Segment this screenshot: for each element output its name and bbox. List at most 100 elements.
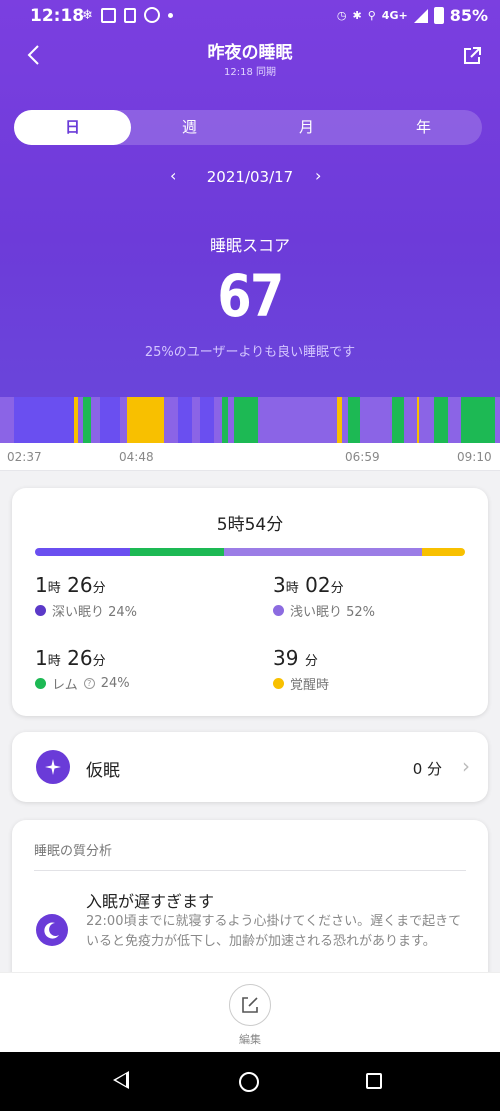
timeline-segment-rem xyxy=(348,397,360,443)
stat-light: 3時 02分 浅い眠り 52% xyxy=(273,573,375,620)
axis-label: 09:10 xyxy=(457,450,492,464)
next-date-button[interactable]: › xyxy=(315,166,321,185)
awake-minutes: 39 xyxy=(273,646,299,670)
edit-icon xyxy=(242,997,258,1013)
nav-back-icon[interactable] xyxy=(113,1071,129,1089)
alarm-icon: ◷ xyxy=(336,9,347,22)
light-minutes: 02 xyxy=(305,573,331,597)
system-icons: ◷ ✱ ⚲ 4G+ 85% xyxy=(337,6,488,25)
rem-label: レム xyxy=(52,678,78,693)
share-icon xyxy=(464,47,481,64)
analysis-body: 22:00頃までに就寝するよう心掛けてください。遅くまで起きていると免疫力が低下… xyxy=(86,914,462,949)
timeline-segment-deep xyxy=(100,397,120,443)
bottom-action-bar: 編集 xyxy=(0,972,500,1052)
battery-level: 85% xyxy=(449,6,488,25)
timeline-segment-rem xyxy=(83,397,91,443)
nap-label: 仮眠 xyxy=(86,761,120,781)
timeline-segment-awake xyxy=(337,397,342,443)
timeline-segment-rem xyxy=(392,397,404,443)
key-icon: ⚲ xyxy=(367,9,376,22)
timeline-segment-awake xyxy=(417,397,419,443)
battery-icon xyxy=(433,7,444,24)
tab-day[interactable]: 日 xyxy=(14,110,131,145)
tab-year[interactable]: 年 xyxy=(365,110,482,145)
help-icon[interactable]: ? xyxy=(83,678,95,689)
moon-glyph xyxy=(44,922,59,939)
deep-minutes: 26 xyxy=(67,573,93,597)
app-icon xyxy=(123,7,136,23)
chevron-right-icon: › xyxy=(462,754,470,778)
moon-icon xyxy=(36,914,68,946)
score-description: 25%のユーザーよりも良い睡眠です xyxy=(144,345,356,360)
bar-deep xyxy=(35,548,130,556)
deep-label: 深い眠り 24% xyxy=(52,605,138,620)
bluetooth-icon: ✱ xyxy=(352,9,362,22)
timeline-segment-rem xyxy=(222,397,228,443)
deep-hours: 1 xyxy=(35,573,48,597)
app-badge-icon xyxy=(143,7,160,23)
nap-card[interactable]: 仮眠 0 分 › xyxy=(12,732,488,802)
timeline-segment-rem xyxy=(461,397,495,443)
timeline-segment-awake xyxy=(127,397,164,443)
bar-rem xyxy=(129,548,225,556)
sleep-summary-card: 5時54分 1時 26分 深い眠り 24% 3時 02分 浅い眠り 52% 1時… xyxy=(12,488,488,716)
timeline-axis: 02:37 04:48 06:59 09:10 xyxy=(0,443,500,471)
rem-legend-dot xyxy=(35,678,46,689)
tab-week[interactable]: 週 xyxy=(131,110,248,145)
sleep-score: 67 xyxy=(217,262,284,330)
gallery-icon xyxy=(100,7,116,23)
awake-label: 覚醒時 xyxy=(290,678,330,693)
axis-label: 06:59 xyxy=(345,450,380,464)
light-legend-dot xyxy=(273,605,284,616)
minute-unit: 分 xyxy=(92,581,106,596)
notification-icons: ❄ xyxy=(82,7,173,23)
nav-home-icon[interactable] xyxy=(239,1072,259,1092)
date-navigator: ‹ 2021/03/17 › xyxy=(0,166,500,190)
stage-proportion-bar xyxy=(35,548,465,556)
sleep-stage-timeline[interactable] xyxy=(0,397,500,443)
system-nav-bar xyxy=(0,1052,500,1111)
stat-rem: 1時 26分 レム? 24% xyxy=(35,646,130,693)
timeline-segment-rem xyxy=(234,397,258,443)
share-button[interactable] xyxy=(462,46,482,66)
hour-unit: 時 xyxy=(47,581,61,596)
minute-unit: 分 xyxy=(304,654,318,669)
minute-unit: 分 xyxy=(330,581,344,596)
axis-label: 04:48 xyxy=(119,450,154,464)
hour-unit: 時 xyxy=(47,654,61,669)
minute-unit: 分 xyxy=(92,654,106,669)
bar-awake xyxy=(421,548,465,556)
light-hours: 3 xyxy=(273,573,286,597)
total-sleep-time: 5時54分 xyxy=(216,515,284,535)
divider xyxy=(34,870,466,871)
tab-month[interactable]: 月 xyxy=(248,110,365,145)
rem-minutes: 26 xyxy=(67,646,93,670)
stat-deep: 1時 26分 深い眠り 24% xyxy=(35,573,137,620)
status-time: 12:18 xyxy=(30,6,85,26)
timeline-segment-deep xyxy=(200,397,214,443)
score-label: 睡眠スコア xyxy=(209,236,290,255)
timeline-segment-deep xyxy=(14,397,74,443)
period-tabs: 日 週 月 年 xyxy=(14,110,482,145)
status-bar: 12:18 ❄ ◷ ✱ ⚲ 4G+ 85% xyxy=(0,0,500,32)
sleep-quality-analysis-card: 睡眠の質分析 入眠が遅すぎます 22:00頃までに就寝するよう心掛けてください。… xyxy=(12,820,488,980)
rem-percent: 24% xyxy=(100,676,130,691)
signal-icon xyxy=(413,8,428,23)
light-label: 浅い眠り 52% xyxy=(290,605,376,620)
deep-legend-dot xyxy=(35,605,46,616)
nap-icon xyxy=(36,750,70,784)
sync-time: 12:18 同期 xyxy=(224,67,276,78)
edit-button[interactable] xyxy=(229,984,271,1026)
rem-hours: 1 xyxy=(35,646,48,670)
page-title: 昨夜の睡眠 xyxy=(207,43,293,63)
analysis-title: 睡眠の質分析 xyxy=(34,844,113,859)
analysis-heading: 入眠が遅すぎます xyxy=(86,892,215,911)
sparkle-icon xyxy=(45,759,61,775)
awake-legend-dot xyxy=(273,678,284,689)
notification-icon: ❄ xyxy=(82,7,93,23)
edit-label: 編集 xyxy=(239,1033,261,1046)
timeline-segment-deep xyxy=(178,397,192,443)
hour-unit: 時 xyxy=(285,581,299,596)
timeline-segment-awake xyxy=(74,397,78,443)
nav-recents-icon[interactable] xyxy=(366,1073,382,1089)
